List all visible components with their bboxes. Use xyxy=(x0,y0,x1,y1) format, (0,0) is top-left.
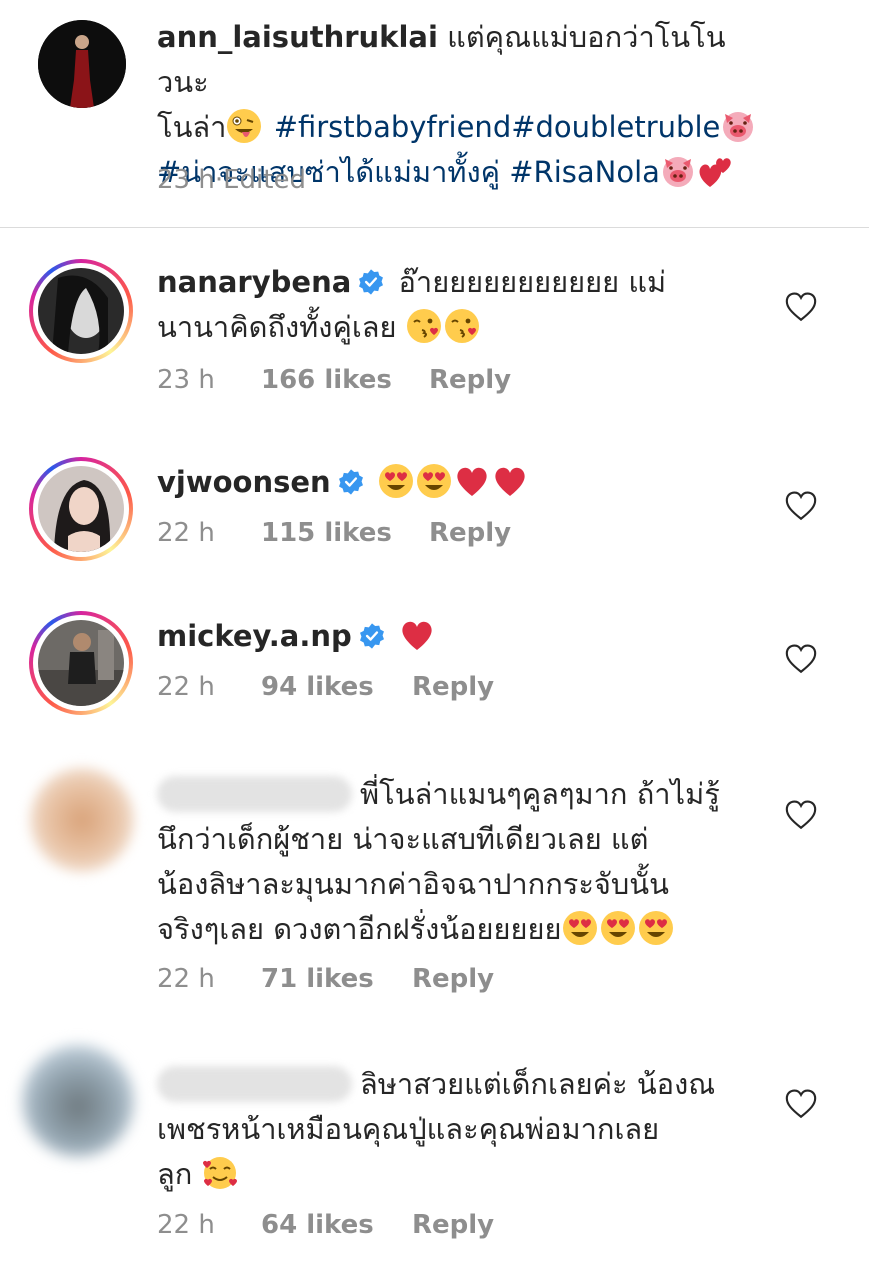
blurred-username[interactable] xyxy=(157,1066,352,1102)
comment-text-2: เพชรหน้าเหมือนคุณปู่และคุณพ่อมากเลย xyxy=(157,1112,660,1146)
comment-likes[interactable]: 64 likes xyxy=(261,1210,412,1240)
pig-face-emoji-icon xyxy=(660,153,696,189)
comment-text: nanarybena อ๊ายยยยยยยยยยย แม่ นานาคิดถึง… xyxy=(157,260,767,350)
avatar-photo xyxy=(38,268,124,354)
comment-avatar[interactable] xyxy=(29,457,133,561)
heart-eyes-emoji-icon xyxy=(562,910,598,946)
comment-avatar[interactable] xyxy=(30,768,134,872)
caption-time: 23 h xyxy=(157,165,215,195)
comment-meta: 22 h 64 likes Reply xyxy=(157,1210,494,1240)
comment-time: 23 h xyxy=(157,365,215,395)
comment-likes[interactable]: 94 likes xyxy=(261,672,412,702)
comment-avatar[interactable] xyxy=(22,1045,134,1157)
red-heart-emoji-icon xyxy=(492,463,528,499)
comment-line: พี่โนล่าแมนๆคูลๆมาก ถ้าไม่รู้ xyxy=(157,772,767,817)
pig-face-emoji-icon xyxy=(720,108,756,144)
comment-text-3: ลูก xyxy=(157,1157,193,1191)
comment-text: mickey.a.np xyxy=(157,614,767,659)
heart-outline-icon[interactable] xyxy=(784,290,818,324)
comment-line: นึกว่าเด็กผู้ชาย น่าจะแสบทีเดียวเลย แต่ xyxy=(157,817,767,862)
heart-eyes-emoji-icon xyxy=(600,910,636,946)
heart-outline-icon[interactable] xyxy=(784,798,818,832)
comment-meta: 22 h 115 likes Reply xyxy=(157,518,511,548)
comment-line: nanarybena อ๊ายยยยยยยยยยย แม่ xyxy=(157,260,767,305)
heart-eyes-emoji-icon xyxy=(416,463,452,499)
comment-time: 22 h xyxy=(157,518,215,548)
reply-button[interactable]: Reply xyxy=(412,672,494,702)
caption-avatar[interactable] xyxy=(38,20,126,108)
comment-text-1: ลิษาสวยแต่เด็กเลยค่ะ น้องณ xyxy=(360,1067,716,1101)
comment-likes[interactable]: 71 likes xyxy=(261,964,412,994)
comment-time: 22 h xyxy=(157,672,215,702)
comment-text-2: นานาคิดถึงทั้งคู่เลย xyxy=(157,310,397,344)
comment-text-4: จริงๆเลย ดวงตาอีกฝรั่งน้อยยยยย xyxy=(157,912,562,946)
verified-badge-icon xyxy=(358,622,386,650)
reply-button[interactable]: Reply xyxy=(429,365,511,395)
comment-line: ลูก xyxy=(157,1152,767,1197)
heart-outline-icon[interactable] xyxy=(784,642,818,676)
heart-outline-icon[interactable] xyxy=(784,1087,818,1121)
comment-username[interactable]: nanarybena xyxy=(157,265,351,299)
smiling-hearts-emoji-icon xyxy=(202,1155,238,1191)
comment-time: 22 h xyxy=(157,964,215,994)
reply-button[interactable]: Reply xyxy=(412,964,494,994)
kissing-heart-emoji-icon xyxy=(406,308,442,344)
comment-line: mickey.a.np xyxy=(157,614,767,659)
heart-eyes-emoji-icon xyxy=(638,910,674,946)
comment-username[interactable]: vjwoonsen xyxy=(157,465,331,499)
comment-avatar[interactable] xyxy=(29,259,133,363)
comment-likes[interactable]: 115 likes xyxy=(261,518,429,548)
caption-hashtags-1[interactable]: #firstbabyfriend#doubletruble xyxy=(274,110,721,144)
comment-meta: 22 h 71 likes Reply xyxy=(157,964,494,994)
heart-eyes-emoji-icon xyxy=(378,463,414,499)
reply-button[interactable]: Reply xyxy=(412,1210,494,1240)
caption-divider xyxy=(0,227,869,228)
heart-outline-icon[interactable] xyxy=(784,489,818,523)
comment-line: ลิษาสวยแต่เด็กเลยค่ะ น้องณ xyxy=(157,1062,767,1107)
verified-badge-icon xyxy=(337,468,365,496)
comment-text: พี่โนล่าแมนๆคูลๆมาก ถ้าไม่รู้ นึกว่าเด็ก… xyxy=(157,772,767,952)
avatar-photo xyxy=(38,466,124,552)
avatar-photo xyxy=(38,620,124,706)
avatar-photo xyxy=(38,20,126,108)
reply-button[interactable]: Reply xyxy=(429,518,511,548)
comment-text-2: นึกว่าเด็กผู้ชาย น่าจะแสบทีเดียวเลย แต่ xyxy=(157,822,649,856)
verified-badge-icon xyxy=(357,268,385,296)
comment-line: น้องลิษาละมุนมากค่าอิจฉาปากกระจับนั้น xyxy=(157,862,767,907)
blurred-username[interactable] xyxy=(157,776,352,812)
caption-line-2: โนล่า #firstbabyfriend#doubletruble xyxy=(157,105,767,150)
comment-line: vjwoonsen xyxy=(157,460,767,505)
caption-meta: 23 h · Edited xyxy=(157,165,306,195)
comment-likes[interactable]: 166 likes xyxy=(261,365,429,395)
crazy-face-emoji-icon xyxy=(226,108,262,144)
comment-time: 22 h xyxy=(157,1210,215,1240)
comment-line: เพชรหน้าเหมือนคุณปู่และคุณพ่อมากเลย xyxy=(157,1107,767,1152)
red-heart-emoji-icon xyxy=(454,463,490,499)
comment-meta: 23 h 166 likes Reply xyxy=(157,365,511,395)
comment-line: จริงๆเลย ดวงตาอีกฝรั่งน้อยยยยย xyxy=(157,907,767,952)
kissing-heart-emoji-icon xyxy=(444,308,480,344)
caption-separator: · xyxy=(214,165,224,195)
comment-text-3: น้องลิษาละมุนมากค่าอิจฉาปากกระจับนั้น xyxy=(157,867,669,901)
comment-meta: 22 h 94 likes Reply xyxy=(157,672,494,702)
comment-text-1: พี่โนล่าแมนๆคูลๆมาก ถ้าไม่รู้ xyxy=(360,777,720,811)
comment-username[interactable]: mickey.a.np xyxy=(157,619,352,653)
two-hearts-emoji-icon xyxy=(698,153,734,189)
caption-text-2: โนล่า xyxy=(157,110,227,144)
caption-username[interactable]: ann_laisuthruklai xyxy=(157,20,438,54)
comment-text-1: อ๊ายยยยยยยยยยย แม่ xyxy=(398,265,667,299)
comment-line: นานาคิดถึงทั้งคู่เลย xyxy=(157,305,767,350)
red-heart-emoji-icon xyxy=(399,617,435,653)
caption-edited: Edited xyxy=(223,165,306,195)
caption-line-1: ann_laisuthruklai แต่คุณแม่บอกว่าโนโนวนะ xyxy=(157,15,767,105)
comment-text: vjwoonsen xyxy=(157,460,767,505)
comment-avatar[interactable] xyxy=(29,611,133,715)
comment-text: ลิษาสวยแต่เด็กเลยค่ะ น้องณ เพชรหน้าเหมือ… xyxy=(157,1062,767,1197)
